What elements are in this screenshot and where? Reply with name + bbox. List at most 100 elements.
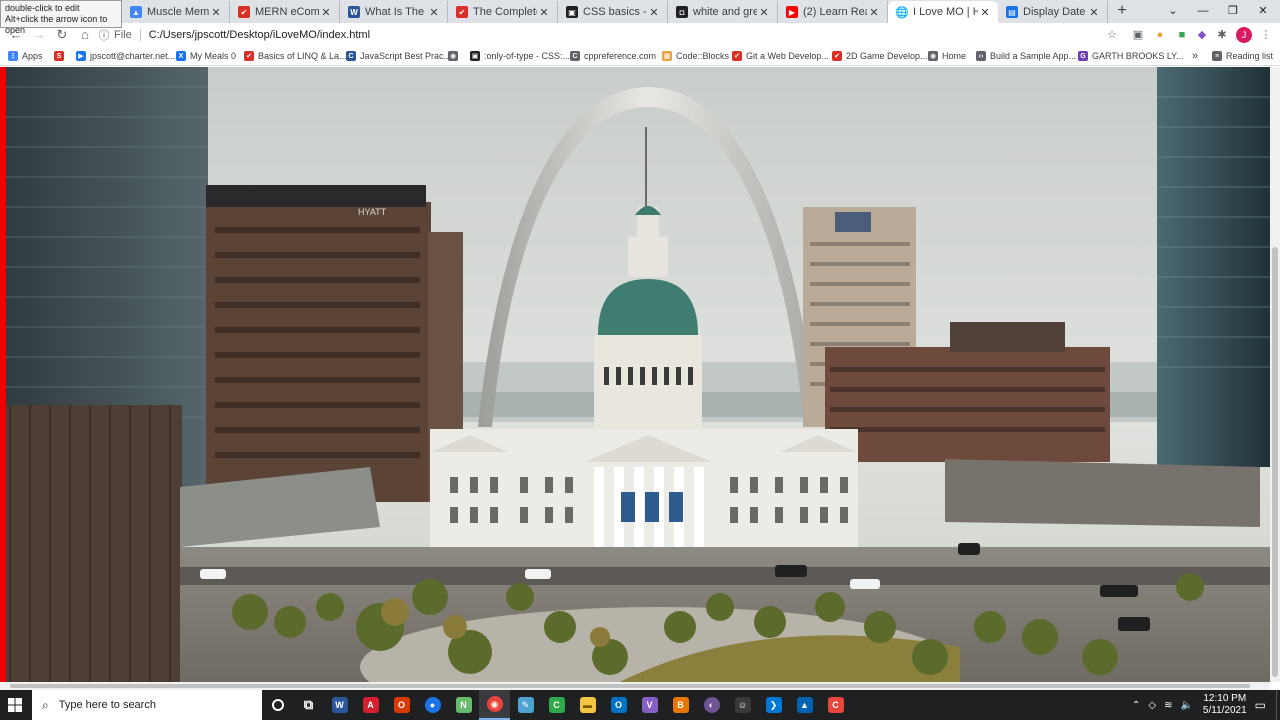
pencil-app-icon: ✎ — [517, 697, 534, 713]
word-button[interactable]: W — [324, 690, 355, 720]
extension-icon[interactable]: ◆ — [1194, 27, 1210, 43]
menu-icon[interactable]: ⋮ — [1258, 27, 1274, 43]
browser-tab[interactable]: ✔ The Complete Java ✕ — [448, 1, 558, 23]
bookmark-item[interactable]: G GARTH BROOKS LY... — [1078, 49, 1184, 63]
close-window-button[interactable]: ✕ — [1248, 0, 1278, 23]
browser-tab-active[interactable]: 🌐 I Love MO | Home ✕ — [888, 1, 998, 23]
network-icon[interactable]: ◇ — [1148, 700, 1156, 711]
bookmark-favicon: ▦ — [662, 51, 672, 61]
bookmark-item[interactable]: ✔ 2D Game Develop... — [832, 49, 928, 63]
tab-title: Muscle Memory Ch — [147, 6, 209, 18]
office-icon: O — [393, 697, 410, 713]
bookmark-favicon: X — [176, 51, 186, 61]
close-icon[interactable]: ✕ — [319, 6, 333, 19]
photos-button[interactable]: ▲ — [789, 690, 820, 720]
media-button[interactable]: ● — [417, 690, 448, 720]
browser-tab[interactable]: ▤ Display Date and T ✕ — [998, 1, 1108, 23]
globe-icon: ◉ — [448, 51, 458, 61]
camtasia-button[interactable]: C — [541, 690, 572, 720]
address-bar[interactable]: ⓘ File C:/Users/jpscott/Desktop/iLoveMO/… — [96, 24, 1122, 45]
chrome-button[interactable]: ◉ — [479, 690, 510, 720]
close-icon[interactable]: ✕ — [757, 6, 771, 19]
tray-chevron-icon[interactable]: ⌃ — [1132, 700, 1140, 711]
bookmark-item[interactable]: C JavaScript Best Prac... — [346, 49, 451, 63]
close-icon[interactable]: ✕ — [867, 6, 881, 19]
visual-studio-button[interactable]: V — [634, 690, 665, 720]
close-icon[interactable]: ✕ — [978, 6, 992, 19]
browser-tab[interactable]: ▶ (2) Learn React in ✕ — [778, 1, 888, 23]
close-icon[interactable]: ✕ — [209, 6, 223, 19]
search-icon: ⌕ — [42, 697, 49, 712]
show-desktop-button[interactable] — [1276, 690, 1280, 720]
blender-button[interactable]: B — [665, 690, 696, 720]
horizontal-scrollbar[interactable] — [0, 682, 1270, 690]
restore-button[interactable]: ❐ — [1218, 0, 1248, 23]
browser-tab[interactable]: ◘ white and green d ✕ — [668, 1, 778, 23]
close-icon[interactable]: ✕ — [537, 6, 551, 19]
browser-tab[interactable]: W What Is The MERN ✕ — [340, 1, 448, 23]
bookmark-star-icon[interactable]: ☆ — [1104, 27, 1120, 43]
office-button[interactable]: O — [386, 690, 417, 720]
scrollbar-thumb[interactable] — [10, 684, 1250, 688]
vertical-scrollbar[interactable] — [1270, 67, 1280, 682]
start-button[interactable] — [0, 690, 30, 720]
extension-icon[interactable]: ▣ — [1130, 27, 1146, 43]
close-icon[interactable]: ✕ — [1087, 6, 1101, 19]
bookmark-item[interactable]: ▦ Code::Blocks — [662, 49, 729, 63]
bookmark-item[interactable]: ◉ Home — [928, 49, 966, 63]
browser-tab[interactable]: ▲ Muscle Memory Ch ✕ — [122, 1, 230, 23]
bookmark-item[interactable]: ▶ jpscott@charter.net... — [76, 49, 175, 63]
bookmark-item[interactable]: S — [54, 49, 68, 63]
scrollbar-thumb[interactable] — [1272, 247, 1278, 677]
tab-favicon: ✔ — [238, 6, 250, 18]
bookmark-favicon: C — [570, 51, 580, 61]
tooltip-line-2: Alt+click the arrow icon to open — [5, 14, 108, 35]
bookmark-item[interactable]: X My Meals 0 — [176, 49, 236, 63]
task-view-button[interactable]: ⧉ — [293, 690, 324, 720]
taskbar: ⌕ Type here to search ⧉ W A O ● N ◉ ✎ C … — [0, 690, 1280, 720]
profile-avatar-icon[interactable]: J — [1236, 27, 1252, 43]
vscode-button[interactable]: ❯ — [758, 690, 789, 720]
snagit-button[interactable]: C — [820, 690, 851, 720]
file-explorer-button[interactable]: ▬ — [572, 690, 603, 720]
bookmark-item[interactable]: C cppreference.com — [570, 49, 656, 63]
bookmark-item[interactable]: ▣ :only-of-type - CSS:... — [470, 49, 570, 63]
emoji-app-button[interactable]: ☺ — [727, 690, 758, 720]
cortana-button[interactable] — [262, 690, 293, 720]
globe-icon: ◉ — [928, 51, 938, 61]
pencil-app-button[interactable]: ✎ — [510, 690, 541, 720]
github-desktop-button[interactable]: ◐ — [696, 690, 727, 720]
outlook-button[interactable]: O — [603, 690, 634, 720]
bookmark-item[interactable]: ✔ Basics of LINQ & La... — [244, 49, 347, 63]
close-icon[interactable]: ✕ — [427, 6, 441, 19]
reading-list-button[interactable]: ≡ Reading list — [1212, 49, 1273, 63]
new-tab-button[interactable]: + — [1113, 2, 1131, 20]
bookmark-item[interactable]: ◉ — [448, 49, 462, 63]
visual-studio-icon: V — [641, 697, 658, 713]
wifi-icon[interactable]: ≋ — [1164, 700, 1172, 711]
bookmark-apps[interactable]: ⋮ Apps — [8, 49, 43, 63]
taskbar-search-box[interactable]: ⌕ Type here to search — [32, 690, 262, 720]
notifications-icon[interactable]: ▭ — [1255, 698, 1266, 712]
notepadpp-button[interactable]: N — [448, 690, 479, 720]
bookmark-item[interactable]: ✔ Git a Web Develop... — [732, 49, 829, 63]
minimize-button[interactable]: — — [1188, 0, 1218, 23]
acrobat-button[interactable]: A — [355, 690, 386, 720]
github-desktop-icon: ◐ — [703, 697, 720, 713]
taskbar-clock[interactable]: 12:10 PM 5/11/2021 — [1203, 693, 1247, 717]
bookmark-favicon: ✔ — [244, 51, 254, 61]
snagit-icon: C — [827, 697, 844, 713]
close-icon[interactable]: ✕ — [647, 6, 661, 19]
chrome-icon: ◉ — [486, 696, 503, 712]
bookmark-item[interactable]: ‹› Build a Sample App... — [976, 49, 1076, 63]
tab-title: (2) Learn React in — [803, 6, 867, 18]
url-text[interactable]: C:/Users/jpscott/Desktop/iLoveMO/index.h… — [149, 29, 370, 41]
browser-tab[interactable]: ✔ MERN eCommerce ✕ — [230, 1, 340, 23]
puzzle-icon[interactable]: ✱ — [1214, 27, 1230, 43]
extension-icon[interactable]: ■ — [1174, 27, 1190, 43]
bookmarks-overflow-button[interactable]: » — [1192, 49, 1198, 63]
volume-icon[interactable]: 🔈 — [1180, 700, 1192, 711]
browser-tab[interactable]: ▣ CSS basics - Learn ✕ — [558, 1, 668, 23]
tab-search-button[interactable]: ⌄ — [1158, 0, 1188, 23]
extension-icon[interactable]: ● — [1152, 27, 1168, 43]
